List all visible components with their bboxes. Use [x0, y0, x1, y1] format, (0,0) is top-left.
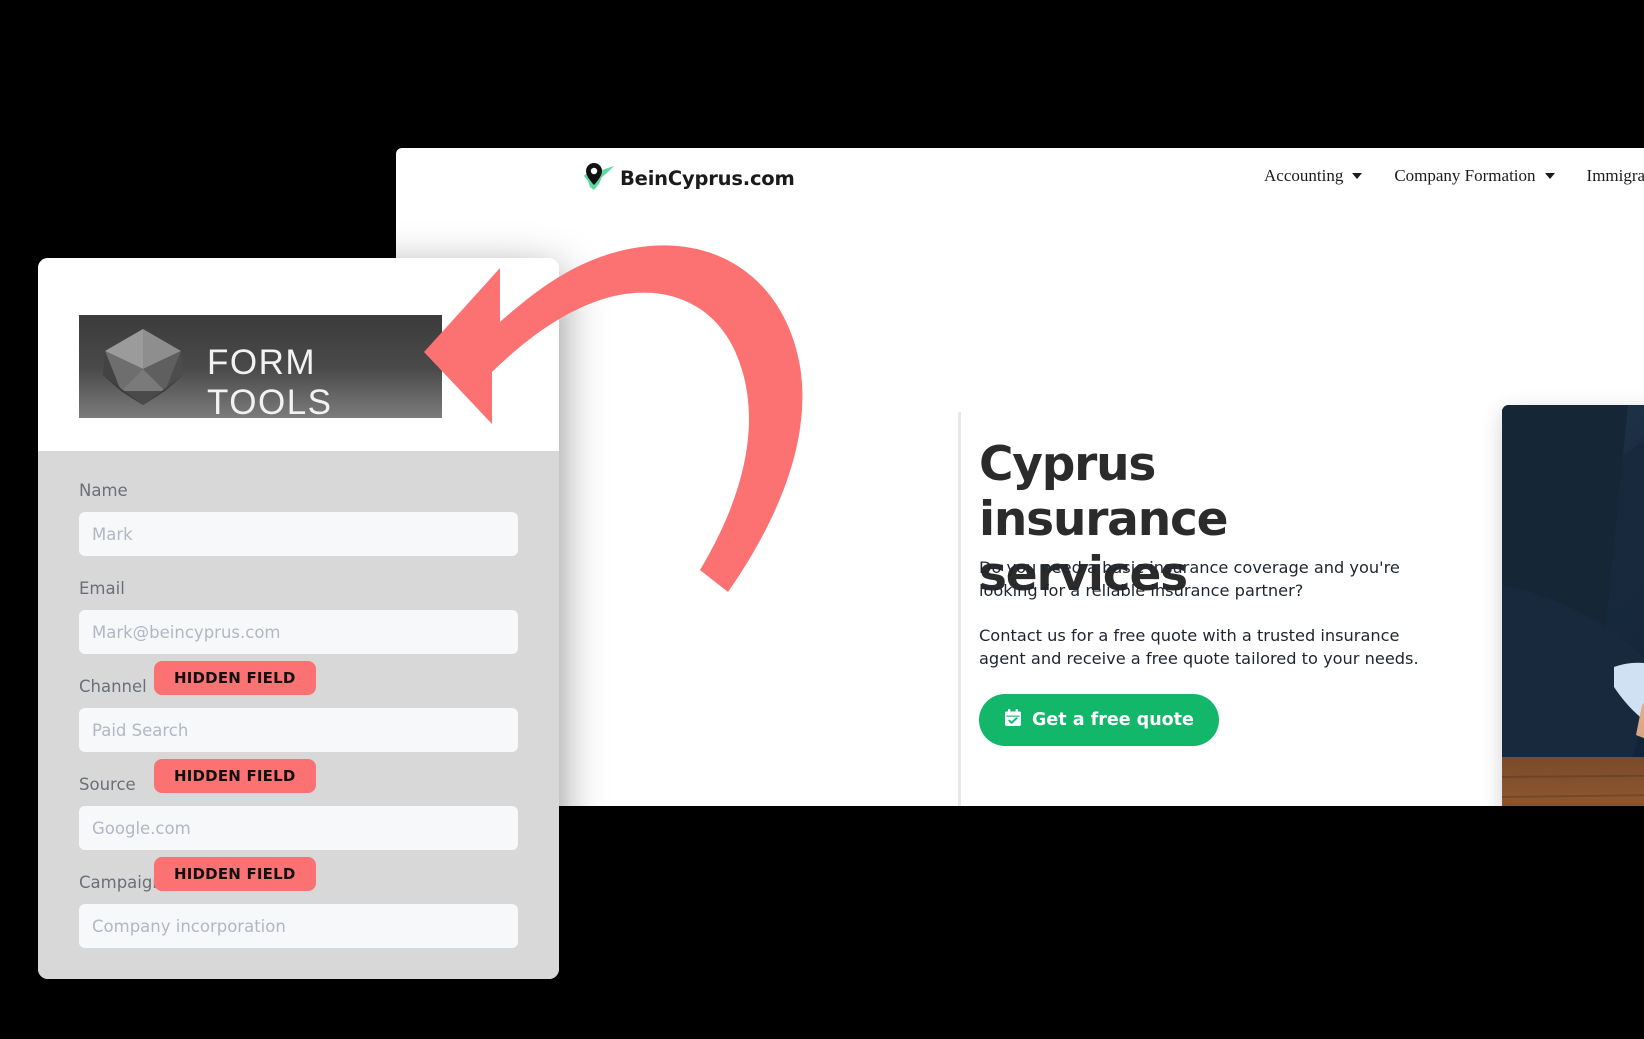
field-label: Campaign	[79, 872, 163, 892]
icosahedron-logo-icon	[93, 325, 193, 414]
field-label: Channel	[79, 676, 147, 696]
form-field-channel: Channel HIDDEN FIELD	[79, 661, 518, 752]
field-label: Email	[79, 578, 125, 598]
map-pin-cyprus-icon	[578, 160, 618, 196]
form-field-source: Source HIDDEN FIELD	[79, 759, 518, 850]
nav-item-company-formation[interactable]: Company Formation	[1394, 166, 1555, 186]
channel-input[interactable]	[79, 708, 518, 752]
name-input[interactable]	[79, 512, 518, 556]
chevron-down-icon	[1544, 173, 1555, 179]
nav-item-label: Company Formation	[1394, 166, 1536, 185]
nav-item-label: Immigration	[1586, 166, 1644, 185]
chevron-down-icon	[1352, 173, 1363, 179]
site-logo[interactable]: BeinCyprus.com	[578, 160, 795, 196]
field-label: Name	[79, 480, 128, 500]
form-tools-card: FORM TOOLS Name Email Channel HIDDEN FIE…	[38, 258, 559, 979]
hidden-field-badge: HIDDEN FIELD	[154, 661, 316, 695]
hero-paragraph-2: Contact us for a free quote with a trust…	[979, 626, 1419, 669]
form-field-email: Email	[79, 573, 518, 654]
hero-divider-rule	[958, 412, 961, 806]
email-input[interactable]	[79, 610, 518, 654]
website-preview-card: BeinCyprus.com Accounting Company Format…	[396, 148, 1644, 806]
field-label: Source	[79, 774, 136, 794]
hero-photo	[1502, 405, 1644, 806]
form-tools-banner: FORM TOOLS	[79, 315, 442, 418]
form-fields-list: Name Email Channel HIDDEN FIELD Source H…	[38, 451, 559, 979]
source-input[interactable]	[79, 806, 518, 850]
nav-item-immigration[interactable]: Immigration	[1587, 166, 1644, 186]
site-navbar: BeinCyprus.com Accounting Company Format…	[396, 148, 1644, 214]
nav-item-label: Accounting	[1264, 166, 1344, 185]
hidden-field-badge: HIDDEN FIELD	[154, 759, 316, 793]
get-free-quote-button[interactable]: Get a free quote	[979, 694, 1219, 746]
nav-links: Accounting Company Formation Immigration…	[1264, 166, 1644, 186]
site-logo-text: BeinCyprus.com	[620, 166, 795, 190]
form-tools-header: FORM TOOLS	[38, 258, 559, 451]
form-tools-title: FORM TOOLS	[207, 343, 333, 418]
hidden-field-badge: HIDDEN FIELD	[154, 857, 316, 891]
form-field-campaign: Campaign HIDDEN FIELD	[79, 857, 518, 948]
cta-label: Get a free quote	[1032, 710, 1194, 730]
calendar-check-icon	[1004, 708, 1022, 732]
form-field-name: Name	[79, 475, 518, 556]
campaign-input[interactable]	[79, 904, 518, 948]
hero-paragraph-1: Do you need a basic insurance coverage a…	[979, 558, 1400, 601]
nav-item-accounting[interactable]: Accounting	[1264, 166, 1363, 186]
